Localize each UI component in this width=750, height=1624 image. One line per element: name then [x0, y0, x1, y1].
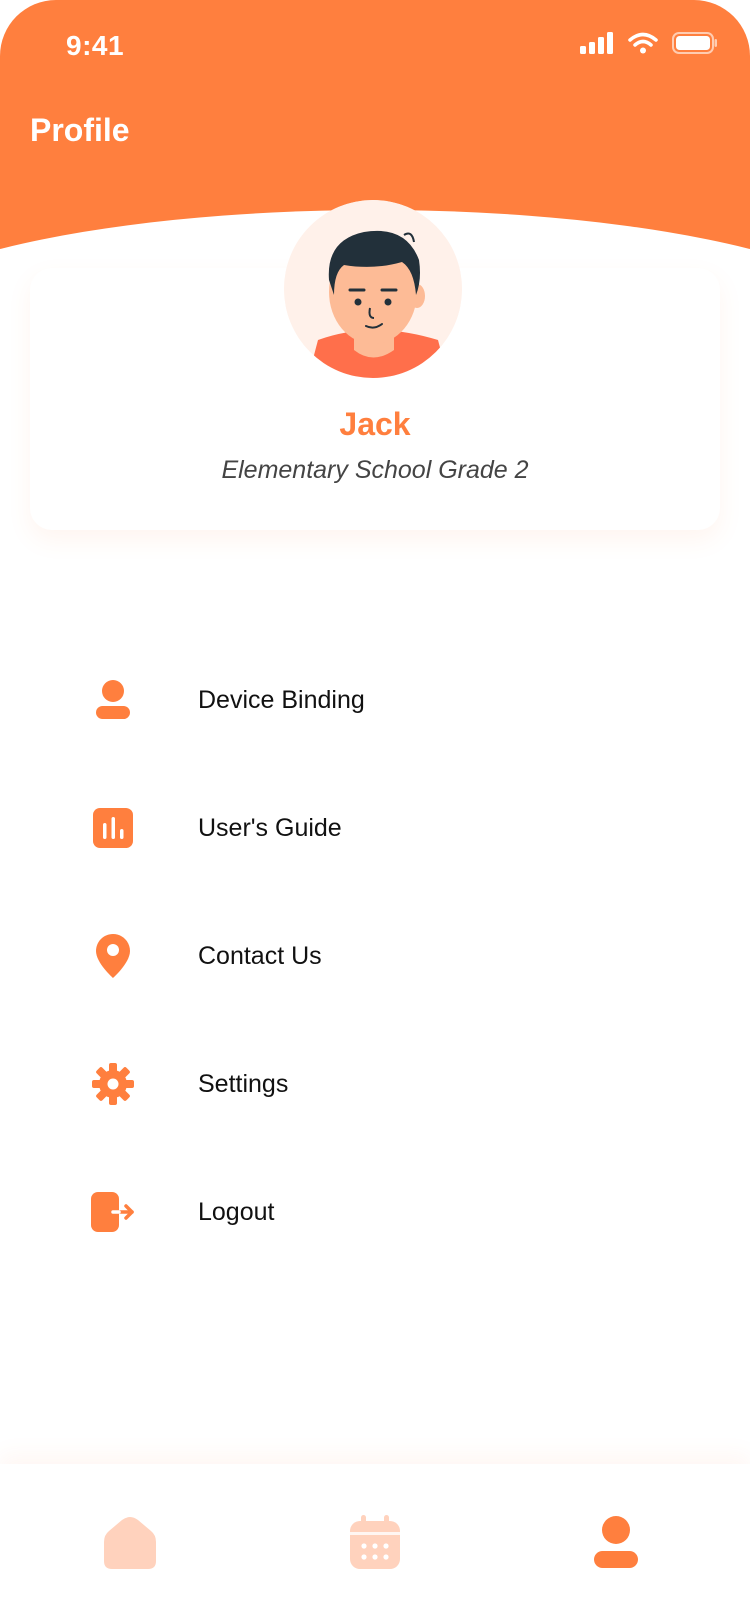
- menu-item-label: Contact Us: [198, 941, 322, 970]
- wifi-icon: [628, 32, 658, 59]
- profile-grade: Elementary School Grade 2: [221, 456, 529, 484]
- menu-item-label: Device Binding: [198, 685, 365, 714]
- calendar-icon: [350, 1514, 400, 1574]
- menu-item-contact-us[interactable]: Contact Us: [80, 916, 680, 996]
- menu-item-label: Logout: [198, 1197, 275, 1226]
- bottom-nav: [0, 1464, 750, 1624]
- battery-icon: [672, 32, 718, 59]
- menu-item-label: User's Guide: [198, 813, 342, 842]
- home-icon: [104, 1515, 156, 1574]
- nav-profile[interactable]: [576, 1504, 656, 1584]
- profile-screen: 9:41 Profile Jack Elementary School Grad…: [0, 0, 750, 1624]
- nav-calendar[interactable]: [335, 1504, 415, 1584]
- nav-home[interactable]: [90, 1504, 170, 1584]
- person-icon: [80, 667, 146, 733]
- avatar[interactable]: [284, 200, 462, 378]
- menu-item-logout[interactable]: Logout: [80, 1172, 680, 1252]
- profile-name: Jack: [339, 406, 411, 442]
- status-icons: [580, 32, 718, 59]
- status-time: 9:41: [66, 30, 125, 61]
- menu-item-users-guide[interactable]: User's Guide: [80, 788, 680, 868]
- chart-book-icon: [80, 795, 146, 861]
- signal-icon: [580, 32, 614, 59]
- logout-icon: [80, 1179, 146, 1245]
- menu-item-label: Settings: [198, 1069, 289, 1098]
- page-title: Profile: [30, 112, 130, 148]
- location-pin-icon: [80, 923, 146, 989]
- person-icon: [593, 1515, 639, 1574]
- gear-icon: [80, 1051, 146, 1117]
- status-bar: 9:41: [0, 0, 750, 96]
- menu-item-settings[interactable]: Settings: [80, 1044, 680, 1124]
- menu-item-device-binding[interactable]: Device Binding: [80, 660, 680, 740]
